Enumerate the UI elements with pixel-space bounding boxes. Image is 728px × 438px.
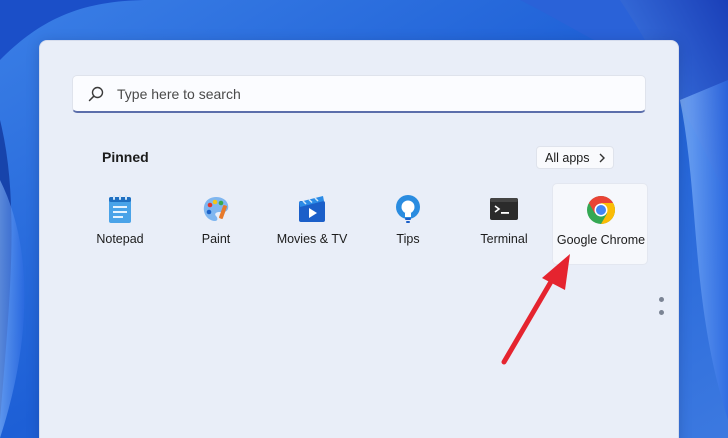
- app-label: Movies & TV: [276, 232, 348, 246]
- start-menu: Type here to search Pinned All apps Note…: [39, 40, 679, 438]
- pinned-app-movies-tv[interactable]: Movies & TV: [264, 183, 360, 265]
- tips-icon: [396, 195, 420, 223]
- chrome-icon: [587, 196, 615, 224]
- terminal-icon: [490, 198, 518, 220]
- app-label: Tips: [396, 232, 420, 246]
- page-dot: [659, 297, 664, 302]
- page-dot: [659, 310, 664, 315]
- pinned-app-paint[interactable]: Paint: [168, 183, 264, 265]
- pinned-app-notepad[interactable]: Notepad: [72, 183, 168, 265]
- page-indicator[interactable]: [657, 297, 665, 323]
- desktop: Type here to search Pinned All apps Note…: [0, 0, 728, 438]
- search-placeholder: Type here to search: [117, 86, 241, 102]
- search-icon: [88, 86, 104, 102]
- annotation-arrow-icon: [501, 254, 570, 365]
- movies-tv-icon: [299, 196, 325, 222]
- pinned-section-title: Pinned: [102, 149, 149, 165]
- search-input[interactable]: Type here to search: [72, 75, 646, 113]
- app-label: Paint: [201, 232, 231, 246]
- notepad-icon: [109, 195, 131, 223]
- paint-icon: [203, 197, 229, 221]
- app-label: Terminal: [480, 232, 528, 246]
- all-apps-button[interactable]: All apps: [536, 146, 614, 169]
- pinned-app-tips[interactable]: Tips: [360, 183, 456, 265]
- all-apps-label: All apps: [545, 151, 590, 165]
- chevron-right-icon: [599, 153, 605, 163]
- app-label: Google Chrome: [556, 233, 646, 247]
- app-label: Notepad: [96, 232, 144, 246]
